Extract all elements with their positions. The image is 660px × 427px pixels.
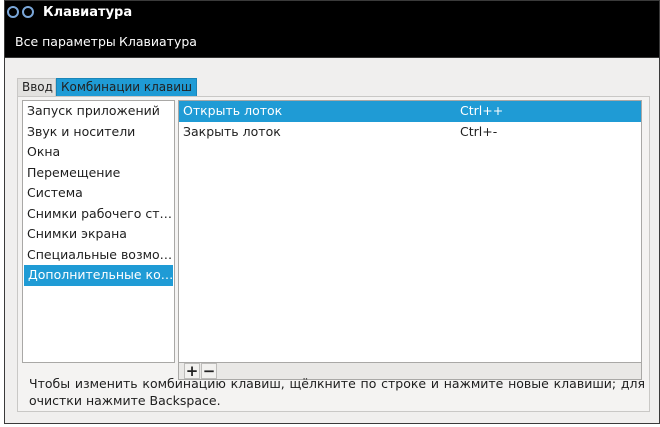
category-item-custom[interactable]: Дополнительные ко…	[24, 265, 173, 286]
shortcut-name: Открыть лоток	[183, 103, 283, 118]
category-item-windows[interactable]: Окна	[23, 142, 174, 163]
breadcrumb-keyboard[interactable]: Клавиатура	[119, 34, 197, 49]
shortcuts-panel: Запуск приложений Звук и носители Окна П…	[17, 96, 650, 412]
settings-toolbar: Все параметры Клавиатура	[5, 25, 659, 58]
shortcut-help-text: Чтобы изменить комбинацию клавиш, щёлкни…	[29, 376, 645, 408]
all-settings-button[interactable]: Все параметры	[15, 34, 116, 49]
category-item-navigation[interactable]: Перемещение	[23, 163, 174, 184]
shortcut-category-list: Запуск приложений Звук и носители Окна П…	[22, 100, 175, 363]
shortcut-row[interactable]: Закрыть лоток Ctrl+-	[179, 122, 641, 143]
category-item-workspace-screenshots[interactable]: Снимки рабочего ст…	[23, 204, 174, 225]
tab-shortcuts[interactable]: Комбинации клавиш	[56, 78, 197, 96]
category-item-screenshots[interactable]: Снимки экрана	[23, 224, 174, 245]
category-item-accessibility[interactable]: Специальные возмо…	[23, 245, 174, 266]
keyboard-settings-window: Клавиатура Все параметры Клавиатура Ввод…	[4, 0, 660, 424]
tab-input[interactable]: Ввод	[17, 78, 56, 96]
window-title: Клавиатура	[43, 5, 133, 20]
minimize-window-icon[interactable]	[22, 6, 34, 18]
shortcut-accelerator[interactable]: Ctrl++	[460, 101, 503, 122]
category-item-system[interactable]: Система	[23, 183, 174, 204]
shortcut-accelerator[interactable]: Ctrl+-	[460, 122, 497, 143]
shortcut-list: Открыть лоток Ctrl++ Закрыть лоток Ctrl+…	[178, 100, 642, 363]
shortcut-row[interactable]: Открыть лоток Ctrl++	[179, 101, 641, 122]
category-item-sound-media[interactable]: Звук и носители	[23, 122, 174, 143]
shortcut-name: Закрыть лоток	[183, 123, 281, 139]
title-bar: Клавиатура	[5, 1, 659, 25]
category-item-launchers[interactable]: Запуск приложений	[23, 101, 174, 122]
close-window-icon[interactable]	[7, 6, 19, 18]
